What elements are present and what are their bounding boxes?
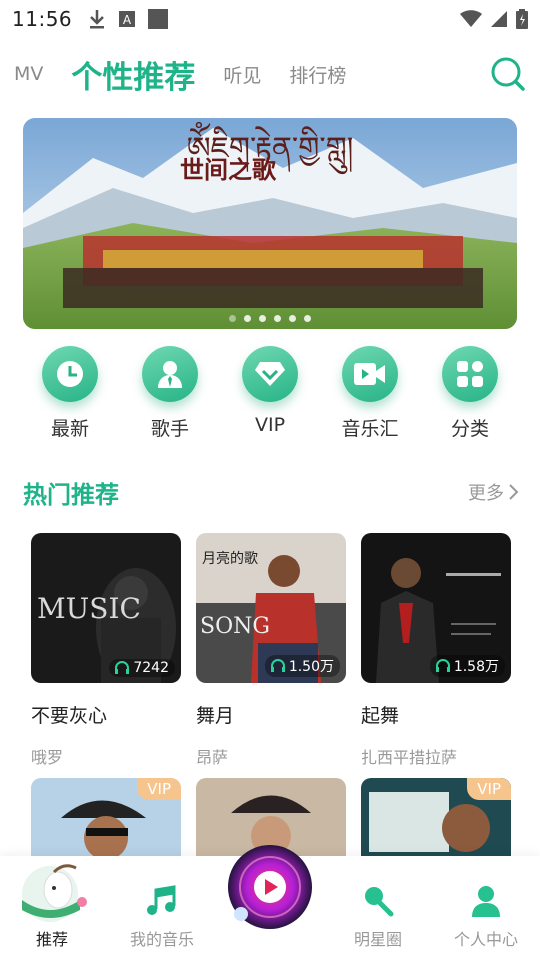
song-title[interactable]: 舞月 — [196, 701, 346, 728]
more-link[interactable]: 更多 — [468, 479, 520, 505]
song-cover[interactable]: 月亮的歌 SONG 1.50万 — [196, 533, 346, 683]
play-count: 1.50万 — [264, 655, 340, 677]
more-label: 更多 — [468, 483, 504, 504]
nav-label: 我的音乐 — [129, 930, 194, 949]
diamond-icon — [255, 362, 285, 386]
nav-recommend[interactable]: 推荐 — [14, 860, 90, 950]
banner-title-chinese: 世间之歌 — [180, 156, 277, 184]
bottom-nav: 推荐 我的音乐 明星圈 个人中心 — [0, 845, 540, 960]
vip-badge: VIP — [137, 778, 181, 800]
nav-label: 个人中心 — [453, 930, 518, 949]
tab-listen[interactable]: 听见 — [223, 61, 261, 88]
banner-dot[interactable] — [259, 315, 266, 322]
play-count: 7242 — [109, 659, 175, 677]
vip-badge: VIP — [467, 778, 511, 800]
song-artist[interactable]: 扎西平措拉萨 — [361, 744, 511, 768]
grid-icon — [457, 361, 483, 387]
now-playing-button[interactable] — [227, 844, 313, 930]
banner-dot[interactable] — [274, 315, 281, 322]
song-card[interactable]: 1.58万 起舞 扎西平措拉萨 — [361, 533, 511, 768]
song-cover[interactable]: MUSIC 7242 — [31, 533, 181, 683]
play-disc-icon — [228, 845, 312, 929]
headphones-icon — [270, 659, 285, 672]
shortcut-category[interactable]: 分类 — [420, 346, 520, 441]
song-cover[interactable]: 1.58万 — [361, 533, 511, 683]
singer-icon — [158, 361, 182, 388]
nav-label: 推荐 — [35, 930, 68, 949]
song-title[interactable]: 起舞 — [361, 701, 511, 728]
microphone-icon — [365, 887, 394, 917]
play-count-value: 1.58万 — [453, 659, 499, 675]
music-note-icon — [147, 885, 176, 915]
signal-icon — [491, 11, 507, 27]
shortcut-latest[interactable]: 最新 — [20, 346, 120, 441]
wifi-icon — [460, 10, 482, 27]
shortcut-label: 音乐汇 — [341, 418, 399, 440]
status-bar: 11:56 A — [0, 0, 540, 38]
clock-icon — [57, 361, 83, 387]
nav-my-music[interactable]: 我的音乐 — [124, 884, 200, 950]
user-icon — [472, 886, 500, 917]
banner-dot[interactable] — [229, 315, 236, 322]
shortcut-label: VIP — [254, 414, 286, 436]
shortcut-singer[interactable]: 歌手 — [120, 346, 220, 441]
top-nav: MV 个性推荐 听见 排行榜 — [0, 44, 540, 104]
category-shortcuts: 最新 歌手 VIP 音乐汇 分类 — [20, 346, 520, 441]
song-cover[interactable]: VIP — [31, 778, 181, 858]
cover-text: 月亮的歌 — [202, 550, 258, 567]
tab-mv[interactable]: MV — [14, 63, 43, 85]
cover-text: MUSIC — [37, 592, 141, 625]
song-card[interactable]: MUSIC 7242 不要灰心 哦罗 — [31, 533, 181, 768]
song-card[interactable]: 月亮的歌 SONG 1.50万 舞月 昂萨 — [196, 533, 346, 768]
nav-profile[interactable]: 个人中心 — [446, 884, 526, 950]
video-icon — [354, 363, 385, 385]
banner-pagination — [23, 315, 517, 322]
nav-star-circle[interactable]: 明星圈 — [340, 884, 416, 950]
section-title: 热门推荐 — [23, 480, 119, 509]
keyboard-a-icon: A — [119, 11, 136, 27]
shortcut-label: 分类 — [450, 418, 489, 440]
download-icon — [90, 10, 105, 29]
headphones-icon — [115, 661, 130, 674]
song-artist[interactable]: 哦罗 — [31, 744, 181, 768]
play-count: 1.58万 — [429, 655, 505, 677]
song-title[interactable]: 不要灰心 — [31, 701, 181, 728]
shortcut-music-hub[interactable]: 音乐汇 — [320, 346, 420, 441]
chevron-right-icon — [509, 484, 519, 500]
banner-dot[interactable] — [244, 315, 251, 322]
play-count-value: 7242 — [133, 660, 169, 676]
banner-dot[interactable] — [289, 315, 296, 322]
nav-label: 明星圈 — [353, 930, 402, 949]
song-cover[interactable]: VIP — [361, 778, 511, 858]
svg-text:A: A — [123, 13, 132, 27]
tab-charts[interactable]: 排行榜 — [289, 61, 346, 88]
search-icon — [491, 57, 525, 91]
hot-cards-row: MUSIC 7242 不要灰心 哦罗 月亮的歌 SONG 1.50万 舞月 昂萨… — [31, 533, 511, 768]
headphones-icon — [435, 659, 450, 672]
banner-dot[interactable] — [304, 315, 311, 322]
notification-square-icon — [148, 9, 169, 29]
play-count-value: 1.50万 — [288, 659, 334, 675]
tab-recommend[interactable]: 个性推荐 — [71, 52, 195, 97]
song-artist[interactable]: 昂萨 — [196, 744, 346, 768]
banner-carousel[interactable]: ༀཇིག་རྟེན་གྱི་གླུ། 世间之歌 — [23, 118, 517, 329]
search-button[interactable] — [490, 56, 526, 92]
shortcut-vip[interactable]: VIP — [220, 346, 320, 441]
battery-icon — [516, 9, 528, 29]
cover-deco-text: SONG — [200, 614, 270, 639]
goat-avatar-icon — [22, 864, 87, 922]
hot-section-header: 热门推荐 更多 — [23, 472, 520, 512]
status-time: 11:56 — [12, 7, 73, 31]
shortcut-label: 最新 — [50, 418, 89, 440]
shortcut-label: 歌手 — [150, 418, 189, 440]
banner-image: ༀཇིག་རྟེན་གྱི་གླུ། 世间之歌 — [23, 118, 517, 329]
